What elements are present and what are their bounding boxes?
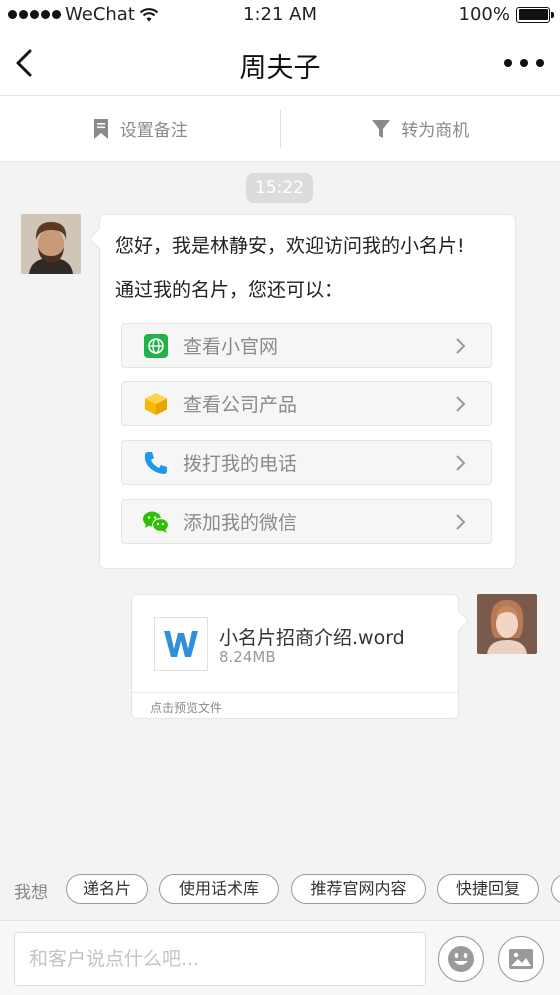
- option-label: 拨打我的电话: [183, 453, 298, 475]
- battery-percent: 100%: [458, 4, 510, 25]
- preview-file-link[interactable]: 点击预览文件: [150, 699, 222, 716]
- action-bar: 设置备注 转为商机: [0, 96, 560, 162]
- status-bar: WeChat 1:21 AM 100%: [0, 0, 560, 30]
- user-avatar[interactable]: [477, 594, 537, 654]
- chip-recommend-website[interactable]: 推荐官网内容: [291, 874, 426, 904]
- file-size: 8.24MB: [219, 648, 276, 666]
- box-icon: [142, 390, 170, 418]
- option-label: 查看公司产品: [183, 394, 298, 416]
- image-button[interactable]: [498, 936, 544, 982]
- wechat-icon: [142, 508, 170, 536]
- nav-bar: 周夫子: [0, 30, 560, 96]
- greeting-text: 您好，我是林静安，欢迎访问我的小名片!: [115, 235, 465, 257]
- file-message[interactable]: 小名片招商介绍.word 8.24MB 点击预览文件: [131, 594, 459, 719]
- set-remark-label: 设置备注: [119, 121, 188, 141]
- option-label: 查看小官网: [183, 336, 279, 358]
- battery-icon: [516, 6, 554, 23]
- option-view-website[interactable]: 查看小官网: [121, 323, 492, 368]
- convert-opportunity-button[interactable]: 转为商机: [281, 96, 560, 161]
- filter-icon: [372, 119, 391, 138]
- intro-text: 通过我的名片，您还可以：: [115, 279, 344, 301]
- chat-timestamp: 15:22: [246, 173, 313, 203]
- chevron-right-icon: [456, 454, 466, 471]
- contact-avatar[interactable]: [21, 214, 81, 274]
- chevron-left-icon: [16, 49, 32, 77]
- battery-info: 100%: [458, 4, 554, 25]
- back-button[interactable]: [12, 46, 42, 80]
- quick-reply-prompt: 我想: [14, 883, 48, 903]
- bookmark-icon: [93, 118, 108, 139]
- set-remark-button[interactable]: 设置备注: [0, 96, 280, 161]
- word-doc-icon: [154, 617, 208, 671]
- option-add-wechat[interactable]: 添加我的微信: [121, 499, 492, 544]
- business-card-message: 您好，我是林静安，欢迎访问我的小名片! 通过我的名片，您还可以： 查看小官网 查…: [99, 214, 516, 569]
- file-divider: [132, 692, 458, 693]
- option-view-products[interactable]: 查看公司产品: [121, 381, 492, 426]
- phone-icon: [142, 449, 170, 477]
- chip-send-card[interactable]: 递名片: [66, 874, 148, 904]
- chevron-right-icon: [456, 395, 466, 412]
- globe-icon: [142, 332, 170, 360]
- more-dots-icon: [504, 59, 512, 67]
- emoji-button[interactable]: [438, 936, 484, 982]
- chevron-right-icon: [456, 513, 466, 530]
- image-icon: [509, 949, 533, 969]
- more-button[interactable]: [504, 52, 544, 74]
- page-title: 周夫子: [239, 53, 321, 84]
- convert-opportunity-label: 转为商机: [401, 121, 470, 141]
- chevron-right-icon: [456, 337, 466, 354]
- chip-more[interactable]: [551, 874, 560, 904]
- option-label: 添加我的微信: [183, 512, 298, 534]
- option-call-phone[interactable]: 拨打我的电话: [121, 440, 492, 485]
- emoji-icon: [448, 946, 474, 972]
- input-bar: [0, 920, 560, 995]
- message-input[interactable]: [14, 932, 426, 986]
- quick-replies: 我想 递名片 使用话术库 推荐官网内容 快捷回复: [0, 870, 560, 908]
- file-name: 小名片招商介绍.word: [219, 627, 405, 649]
- chip-quick-reply[interactable]: 快捷回复: [437, 874, 539, 904]
- chip-script-library[interactable]: 使用话术库: [159, 874, 279, 904]
